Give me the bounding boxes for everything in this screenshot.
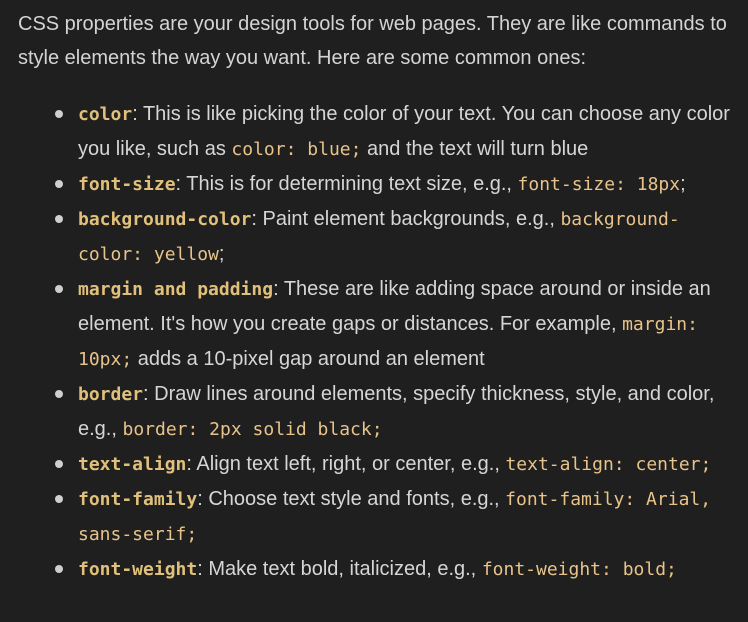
code-text-align: text-align: center; <box>505 454 712 475</box>
bullet-icon <box>55 460 63 468</box>
list-item-border: border: Draw lines around elements, spec… <box>18 377 730 447</box>
bullet-icon <box>55 180 63 188</box>
desc-background-color: : Paint element backgrounds, e.g., <box>251 208 561 230</box>
bullet-icon <box>55 495 63 503</box>
list-item-color: color: This is like picking the color of… <box>18 97 730 167</box>
code-border: border: 2px solid black; <box>122 419 383 440</box>
desc-font-family: : Choose text style and fonts, e.g., <box>197 488 506 510</box>
desc-font-size: : This is for determining text size, e.g… <box>175 173 518 195</box>
code-font-weight: font-weight: bold; <box>481 559 677 580</box>
term-border: border <box>78 384 144 405</box>
desc-text-align: : Align text left, right, or center, e.g… <box>186 453 506 475</box>
bullet-icon <box>55 215 63 223</box>
bullet-icon <box>55 565 63 573</box>
list-item-margin-padding: margin and padding: These are like addin… <box>18 272 730 377</box>
desc-background-color-after: ; <box>218 243 225 265</box>
list-item-text-align: text-align: Align text left, right, or c… <box>18 447 730 482</box>
bullet-icon <box>55 110 63 118</box>
css-properties-list: color: This is like picking the color of… <box>18 97 730 587</box>
term-text-align: text-align <box>78 454 187 475</box>
list-item-background-color: background-color: Paint element backgrou… <box>18 202 730 272</box>
term-font-family: font-family <box>78 489 198 510</box>
list-item-font-size: font-size: This is for determining text … <box>18 167 730 202</box>
desc-color-after: and the text will turn blue <box>361 138 589 160</box>
term-margin-padding: margin and padding <box>78 279 274 300</box>
list-item-font-family: font-family: Choose text style and fonts… <box>18 482 730 552</box>
intro-paragraph: CSS properties are your design tools for… <box>18 13 727 69</box>
desc-font-size-after: ; <box>680 173 686 195</box>
bullet-icon <box>55 390 63 398</box>
chat-message-body: CSS properties are your design tools for… <box>0 0 730 587</box>
bullet-icon <box>55 285 63 293</box>
term-background-color: background-color <box>78 209 252 230</box>
desc-margin-padding-after: adds a 10-pixel gap around an element <box>132 348 485 370</box>
term-color: color <box>78 104 133 125</box>
code-color: color: blue; <box>231 139 362 160</box>
list-item-font-weight: font-weight: Make text bold, italicized,… <box>18 552 730 587</box>
term-font-size: font-size <box>78 174 176 195</box>
desc-font-weight: : Make text bold, italicized, e.g., <box>197 558 482 580</box>
code-font-size: font-size: 18px <box>517 174 681 195</box>
term-font-weight: font-weight <box>78 559 198 580</box>
